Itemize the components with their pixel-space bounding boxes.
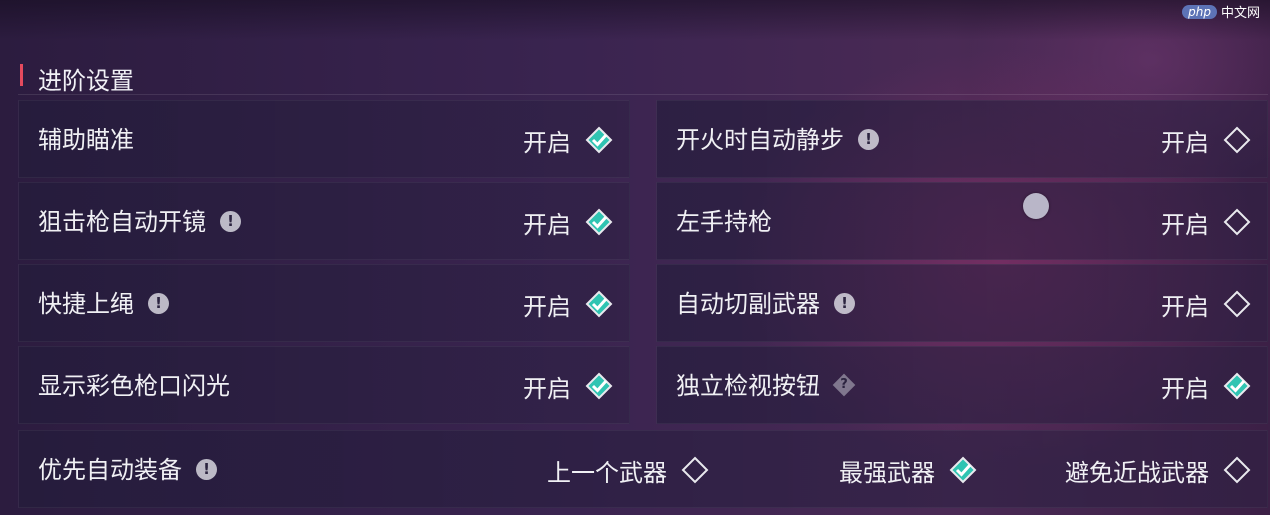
section-header: 进阶设置 xyxy=(18,58,1268,95)
setting-label: 独立检视按钮 xyxy=(676,372,820,400)
setting-row-auto-quiet-step[interactable]: 开火时自动静步! 开启 xyxy=(656,100,1268,178)
option-strongest-weapon[interactable]: 最强武器 xyxy=(839,431,977,509)
checked-diamond-icon[interactable] xyxy=(585,290,613,318)
option-label: 开启 xyxy=(1161,128,1209,157)
watermark-text: 中文网 xyxy=(1220,6,1260,21)
setting-row-auto-switch-secondary[interactable]: 自动切副武器! 开启 xyxy=(656,264,1268,342)
option-label: 开启 xyxy=(523,128,571,157)
unchecked-diamond-icon[interactable] xyxy=(1223,126,1251,154)
setting-label: 左手持枪 xyxy=(676,208,772,236)
unchecked-diamond-icon[interactable] xyxy=(681,456,709,484)
checked-diamond-icon[interactable] xyxy=(585,372,613,400)
toggle-sniper-auto-scope[interactable]: 开启 xyxy=(523,183,613,261)
checked-diamond-icon[interactable] xyxy=(585,208,613,236)
setting-label: 狙击枪自动开镜 xyxy=(38,208,206,236)
top-bar xyxy=(0,0,1270,40)
toggle-inspect-button[interactable]: 开启 xyxy=(1161,347,1251,425)
toggle-quick-rope[interactable]: 开启 xyxy=(523,265,613,343)
option-previous-weapon[interactable]: 上一个武器 xyxy=(547,431,709,509)
toggle-left-hand[interactable]: 开启 xyxy=(1161,183,1251,261)
section-accent-bar xyxy=(20,64,23,86)
section-title: 进阶设置 xyxy=(38,67,134,95)
setting-row-left-hand[interactable]: 左手持枪 开启 xyxy=(656,182,1268,260)
option-label: 开启 xyxy=(1161,292,1209,321)
info-icon[interactable]: ! xyxy=(834,292,855,314)
question-icon[interactable]: ? xyxy=(832,373,856,397)
checked-diamond-icon[interactable] xyxy=(1223,372,1251,400)
setting-row-quick-rope[interactable]: 快捷上绳! 开启 xyxy=(18,264,630,342)
setting-label: 开火时自动静步 xyxy=(676,126,844,154)
setting-label: 快捷上绳 xyxy=(38,290,134,318)
watermark: php 中文网 xyxy=(1182,2,1260,21)
toggle-muzzle-flash[interactable]: 开启 xyxy=(523,347,613,425)
info-icon[interactable]: ! xyxy=(220,210,241,232)
setting-label: 优先自动装备 xyxy=(38,456,182,484)
setting-label: 显示彩色枪口闪光 xyxy=(38,372,230,400)
setting-label: 辅助瞄准 xyxy=(38,126,134,154)
toggle-aim-assist[interactable]: 开启 xyxy=(523,101,613,179)
option-label: 开启 xyxy=(1161,210,1209,239)
option-label: 上一个武器 xyxy=(547,458,667,487)
setting-row-auto-equip: 优先自动装备! 上一个武器 最强武器 避免近战武器 xyxy=(18,430,1268,508)
mouse-cursor xyxy=(1023,193,1049,219)
option-label: 开启 xyxy=(523,374,571,403)
unchecked-diamond-icon[interactable] xyxy=(1223,456,1251,484)
checked-diamond-icon[interactable] xyxy=(585,126,613,154)
option-avoid-melee[interactable]: 避免近战武器 xyxy=(1065,431,1251,509)
setting-row-aim-assist[interactable]: 辅助瞄准 开启 xyxy=(18,100,630,178)
option-label: 开启 xyxy=(1161,374,1209,403)
toggle-auto-switch-secondary[interactable]: 开启 xyxy=(1161,265,1251,343)
info-icon[interactable]: ! xyxy=(196,458,217,480)
unchecked-diamond-icon[interactable] xyxy=(1223,290,1251,318)
setting-label: 自动切副武器 xyxy=(676,290,820,318)
watermark-badge: php xyxy=(1182,4,1217,19)
unchecked-diamond-icon[interactable] xyxy=(1223,208,1251,236)
option-label: 最强武器 xyxy=(839,458,935,487)
setting-row-sniper-auto-scope[interactable]: 狙击枪自动开镜! 开启 xyxy=(18,182,630,260)
option-label: 避免近战武器 xyxy=(1065,458,1209,487)
info-icon[interactable]: ! xyxy=(148,292,169,314)
checked-diamond-icon[interactable] xyxy=(949,456,977,484)
info-icon[interactable]: ! xyxy=(858,128,879,150)
option-label: 开启 xyxy=(523,292,571,321)
option-label: 开启 xyxy=(523,210,571,239)
setting-row-muzzle-flash[interactable]: 显示彩色枪口闪光 开启 xyxy=(18,346,630,424)
setting-row-inspect-button[interactable]: 独立检视按钮? 开启 xyxy=(656,346,1268,424)
toggle-auto-quiet-step[interactable]: 开启 xyxy=(1161,101,1251,179)
